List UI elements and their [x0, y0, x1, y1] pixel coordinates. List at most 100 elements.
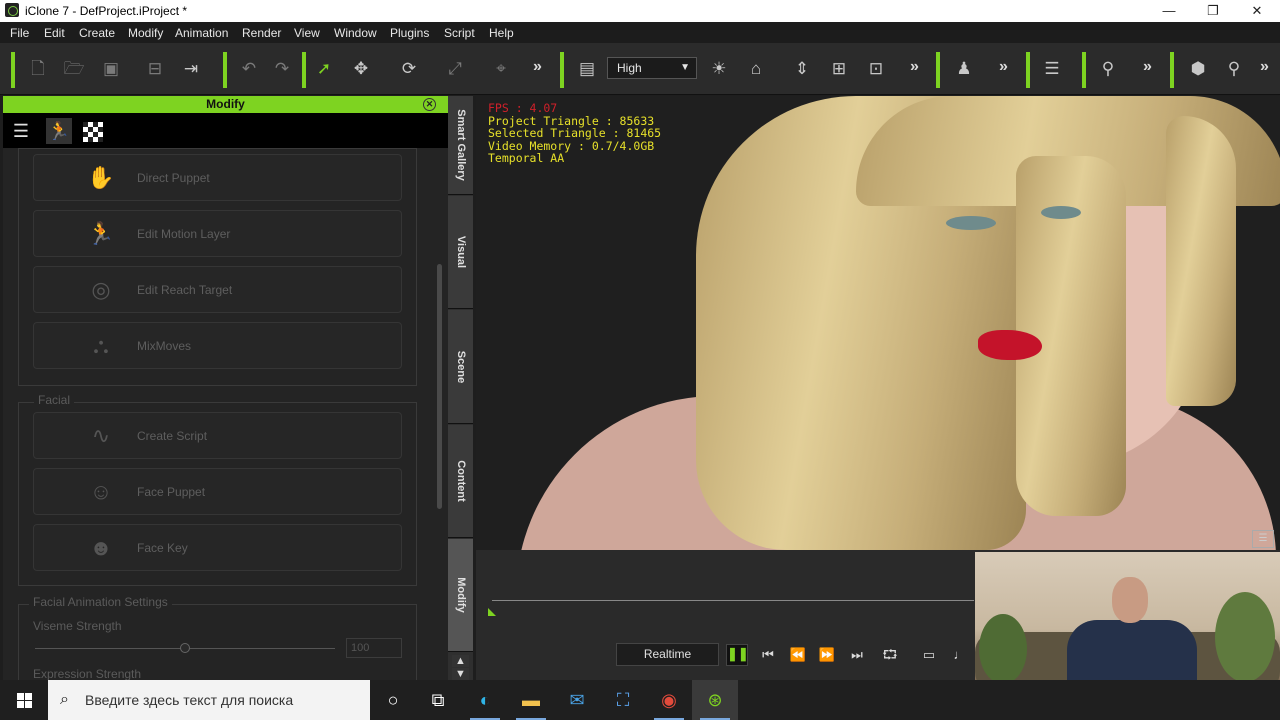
loop-icon[interactable]: ⮔ [879, 646, 901, 664]
edit-motion-layer-button[interactable]: 🏃 Edit Motion Layer [33, 210, 402, 257]
menu-plugins[interactable]: Plugins [390, 26, 429, 40]
open-folder-icon[interactable]: 🗁 [62, 57, 86, 81]
fit-height-icon[interactable]: ⇕ [790, 57, 814, 81]
render-quality-select[interactable]: High ▼ [607, 57, 697, 79]
menu-help[interactable]: Help [489, 26, 514, 40]
step-forward-icon[interactable]: ⏩ [816, 646, 838, 664]
scroll-up-icon[interactable]: ▲ [452, 655, 469, 667]
edit-reach-target-button[interactable]: ◎ Edit Reach Target [33, 266, 402, 313]
edge-browser-icon[interactable]: ◐ [462, 680, 508, 720]
search-zoom-icon[interactable]: ⚲ [1222, 57, 1246, 81]
sliders-icon[interactable]: ☰ [8, 118, 34, 144]
toolbar-more-icon[interactable]: » [910, 58, 919, 76]
toolbar-more-icon[interactable]: » [1143, 58, 1152, 76]
viseme-strength-knob[interactable] [180, 643, 190, 653]
restore-button[interactable]: ❐ [1190, 0, 1236, 22]
pause-icon[interactable]: ❚❚ [726, 644, 749, 666]
panel-body: ✋ Direct Puppet 🏃 Edit Motion Layer ◎ Ed… [3, 148, 448, 680]
menu-edit[interactable]: Edit [44, 26, 65, 40]
character-tools-icon[interactable]: ♟ [952, 57, 976, 81]
close-button[interactable]: ✕ [1234, 0, 1280, 22]
subtitle-icon[interactable]: ▭ [918, 646, 940, 664]
rotate-icon[interactable]: ⟳ [397, 57, 421, 81]
timeline-track[interactable] [492, 600, 974, 601]
face-puppet-button[interactable]: ☺ Face Puppet [33, 468, 402, 515]
save-icon[interactable]: ▣ [99, 57, 123, 81]
figure-icon: 🏃 [87, 221, 115, 246]
panel-scrollbar[interactable] [437, 264, 442, 509]
menu-view[interactable]: View [294, 26, 320, 40]
camera-view-icon[interactable]: ⊡ [864, 57, 888, 81]
facial-animation-settings-legend: Facial Animation Settings [29, 595, 172, 609]
menu-file[interactable]: File [10, 26, 29, 40]
toolbar-separator [223, 52, 227, 88]
viewport-layout-icon[interactable]: ▤ [575, 57, 599, 81]
exit-icon[interactable]: ⇥ [179, 57, 203, 81]
redo-icon[interactable]: ↷ [270, 57, 294, 81]
light-icon[interactable]: ☀ [707, 57, 731, 81]
undo-icon[interactable]: ↶ [237, 57, 261, 81]
menu-create[interactable]: Create [79, 26, 115, 40]
target-icon: ◎ [91, 277, 111, 302]
menu-modify[interactable]: Modify [128, 26, 163, 40]
minimize-button[interactable]: — [1146, 0, 1192, 22]
file-explorer-icon[interactable]: ▬ [508, 680, 554, 720]
chrome-icon[interactable]: ◉ [646, 680, 692, 720]
mixmoves-button[interactable]: ⛬ MixMoves [33, 322, 402, 369]
tab-modify[interactable]: Modify [448, 539, 473, 652]
settings-sliders-icon[interactable]: ☰ [1040, 57, 1064, 81]
zoom-extent-icon[interactable]: ⊞ [827, 57, 851, 81]
select-arrow-icon[interactable]: ➚ [312, 57, 336, 81]
menu-script[interactable]: Script [444, 26, 475, 40]
move-icon[interactable]: ✥ [349, 57, 373, 81]
tab-scene[interactable]: Scene [448, 310, 473, 424]
skip-end-icon[interactable]: ⏭ [846, 646, 868, 664]
music-note-icon[interactable]: ♩ [949, 646, 971, 664]
iclone-taskbar-icon[interactable]: ⊛ [692, 680, 738, 720]
scale-icon[interactable]: ⤢ [443, 57, 467, 81]
toolbar-separator [1170, 52, 1174, 88]
material-checker-icon[interactable] [83, 122, 103, 142]
toolbar-separator [302, 52, 306, 88]
direct-puppet-button[interactable]: ✋ Direct Puppet [33, 154, 402, 201]
menu-animation[interactable]: Animation [175, 26, 228, 40]
step-back-icon[interactable]: ⏪ [787, 646, 809, 664]
pick-parent-icon[interactable]: ⌖ [489, 57, 513, 81]
scroll-down-icon[interactable]: ▼ [452, 668, 469, 680]
3d-exchange-icon[interactable]: ⬢ [1186, 57, 1210, 81]
export-icon[interactable]: ⊟ [143, 57, 167, 81]
realtime-button[interactable]: Realtime [616, 643, 719, 666]
new-file-icon[interactable]: 🗋 [26, 57, 50, 81]
tab-smart-gallery[interactable]: Smart Gallery [448, 96, 473, 195]
3d-viewport[interactable]: FPS : 4.07 Project Triangle : 85633 Sele… [476, 96, 1280, 550]
create-script-button[interactable]: ∿ Create Script [33, 412, 402, 459]
toolbar-more-icon[interactable]: » [533, 58, 542, 76]
toolbar-separator [1082, 52, 1086, 88]
taskbar-search-box[interactable]: ⌕ Введите здесь текст для поиска [48, 680, 370, 720]
tab-content[interactable]: Content [448, 425, 473, 538]
start-button[interactable] [0, 680, 48, 720]
menu-render[interactable]: Render [242, 26, 281, 40]
mail-icon[interactable]: ✉ [554, 680, 600, 720]
tab-visual[interactable]: Visual [448, 196, 473, 309]
modify-panel-header: Modify ✕ [3, 96, 448, 113]
viseme-strength-input[interactable]: 100 [346, 638, 402, 658]
face-key-button[interactable]: ☻ Face Key [33, 524, 402, 571]
task-view-icon[interactable]: ⧉ [415, 680, 461, 720]
toolbar-more-icon[interactable]: » [1260, 58, 1269, 76]
timeline-start-marker[interactable] [488, 608, 496, 616]
toolbar-separator [11, 52, 15, 88]
main-toolbar: 🗋 🗁 ▣ ⊟ ⇥ ↶ ↷ ➚ ✥ ⟳ ⤢ ⌖ » ▤ High ▼ ☀ ⌂ ⇕… [0, 43, 1280, 95]
toolbar-more-icon[interactable]: » [999, 58, 1008, 76]
cortana-icon[interactable]: ○ [370, 680, 416, 720]
store-icon[interactable]: ⛶ [600, 680, 646, 720]
skip-start-icon[interactable]: ⏮ [757, 646, 779, 664]
motion-tool-icon[interactable]: ⚲ [1096, 57, 1120, 81]
search-icon: ⌕ [60, 691, 69, 708]
home-camera-icon[interactable]: ⌂ [744, 57, 768, 81]
menu-window[interactable]: Window [334, 26, 377, 40]
comment-icon[interactable]: ☰ [1252, 530, 1274, 548]
presenter-head [1112, 577, 1148, 623]
close-icon[interactable]: ✕ [423, 98, 436, 111]
motion-figure-icon[interactable]: 🏃 [46, 118, 72, 144]
